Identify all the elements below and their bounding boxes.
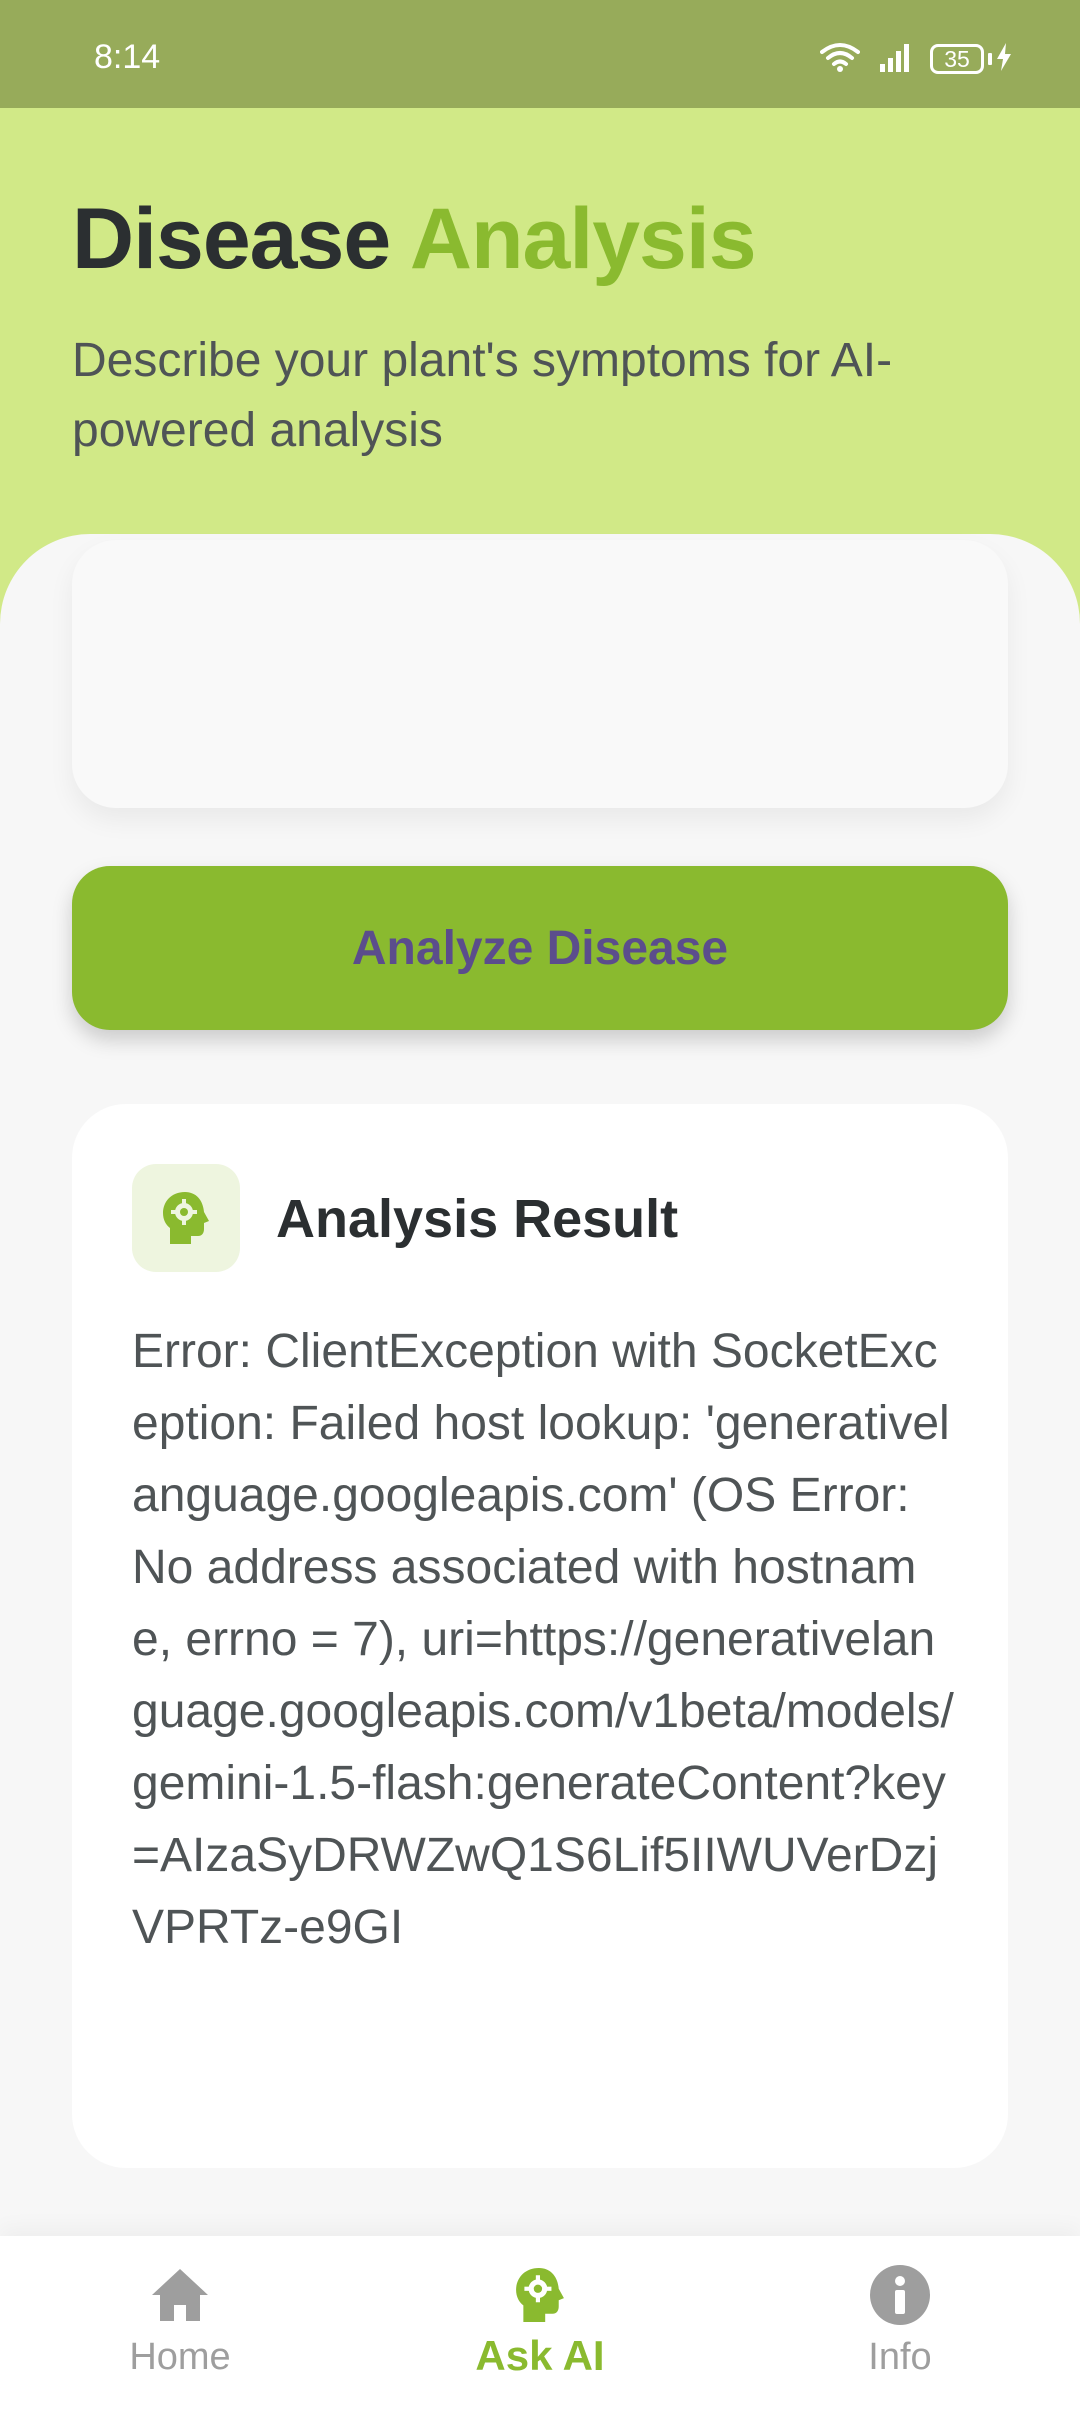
page-title-accent: Analysis — [409, 191, 757, 287]
nav-label-info: Info — [868, 2336, 932, 2378]
battery-level: 35 — [930, 44, 984, 74]
ai-brain-icon — [514, 2262, 566, 2328]
nav-item-info[interactable]: Info — [720, 2236, 1080, 2412]
bottom-navigation: Home Ask AI Info — [0, 2236, 1080, 2412]
info-icon — [869, 2262, 931, 2328]
battery-tip — [988, 53, 992, 65]
page-title-main: Disease — [72, 191, 391, 287]
nav-item-ask-ai[interactable]: Ask AI — [360, 2236, 720, 2412]
page-title: Disease Analysis — [72, 190, 757, 289]
symptoms-input[interactable] — [72, 540, 1008, 808]
page-subtitle: Describe your plant's symptoms for AI-po… — [72, 334, 893, 457]
charging-icon — [996, 42, 1012, 76]
result-text: Error: ClientException with SocketExcept… — [132, 1325, 954, 1954]
status-icons: 35 — [820, 42, 1012, 76]
analysis-result-card: Analysis Result Error: ClientException w… — [72, 1104, 1008, 2168]
analyze-disease-button[interactable]: Analyze Disease — [72, 866, 1008, 1030]
home-icon — [150, 2262, 210, 2328]
status-time: 8:14 — [94, 38, 161, 76]
result-title: Analysis Result — [276, 1189, 679, 1249]
nav-item-home[interactable]: Home — [0, 2236, 360, 2412]
wifi-icon — [820, 41, 860, 78]
signal-icon — [878, 42, 912, 77]
nav-label-ask-ai: Ask AI — [475, 2332, 605, 2379]
battery-indicator: 35 — [930, 42, 1012, 76]
ai-brain-icon — [132, 1164, 240, 1272]
nav-label-home: Home — [129, 2336, 231, 2378]
status-bar: 8:14 35 — [0, 0, 1080, 108]
